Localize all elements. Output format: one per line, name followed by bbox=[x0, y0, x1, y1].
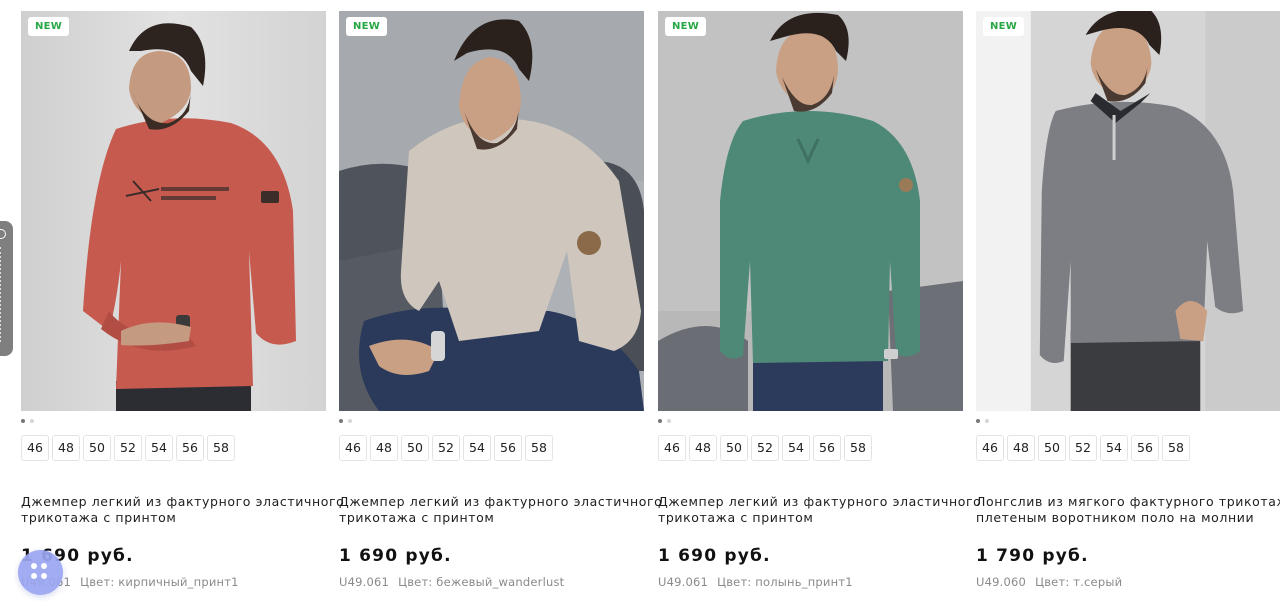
product-title-line[interactable]: трикотажа с принтом bbox=[21, 510, 321, 526]
size-option[interactable]: 50 bbox=[720, 435, 748, 461]
photo-pagination[interactable] bbox=[339, 419, 352, 425]
product-title[interactable]: Джемпер легкий из фактурного эластичного… bbox=[339, 494, 662, 526]
product-meta: U49.060 Цвет: т.серый bbox=[976, 575, 1122, 589]
photo-pagination[interactable] bbox=[658, 419, 671, 425]
side-tab-label bbox=[0, 247, 4, 342]
pagination-dot-active[interactable] bbox=[339, 419, 343, 423]
model-photo-grey-polo bbox=[976, 11, 1280, 411]
size-option[interactable]: 56 bbox=[813, 435, 841, 461]
size-option[interactable]: 50 bbox=[83, 435, 111, 461]
product-title-line[interactable]: Джемпер легкий из фактурного эластичного bbox=[339, 494, 662, 510]
product-grid: NEW 46 48 50 52 54 56 58 Джемпер легкий … bbox=[21, 11, 1280, 606]
size-option[interactable]: 56 bbox=[1131, 435, 1159, 461]
pagination-dot-active[interactable] bbox=[21, 419, 25, 423]
product-color: Цвет: т.серый bbox=[1035, 575, 1123, 589]
size-option[interactable]: 56 bbox=[176, 435, 204, 461]
size-option[interactable]: 52 bbox=[432, 435, 460, 461]
pagination-dot[interactable] bbox=[348, 419, 352, 423]
size-option[interactable]: 58 bbox=[207, 435, 235, 461]
photo-pagination[interactable] bbox=[976, 419, 989, 425]
size-option[interactable]: 58 bbox=[1162, 435, 1190, 461]
size-option[interactable]: 48 bbox=[1007, 435, 1035, 461]
product-meta: U49.061 Цвет: полынь_принт1 bbox=[658, 575, 853, 589]
product-price: 1 690 руб. bbox=[339, 546, 452, 566]
size-option[interactable]: 46 bbox=[21, 435, 49, 461]
product-photo[interactable]: NEW bbox=[658, 11, 963, 411]
dots-menu-icon bbox=[31, 573, 37, 579]
product-title-line[interactable]: Джемпер легкий из фактурного эластичного bbox=[658, 494, 981, 510]
photo-pagination[interactable] bbox=[21, 419, 34, 425]
size-option[interactable]: 50 bbox=[1038, 435, 1066, 461]
product-title-line[interactable]: Лонгслив из мягкого фактурного трикотажа… bbox=[976, 494, 1280, 510]
product-meta: U49.061 Цвет: бежевый_wanderlust bbox=[339, 575, 564, 589]
product-price: 1 690 руб. bbox=[658, 546, 771, 566]
product-price: 1 790 руб. bbox=[976, 546, 1089, 566]
product-title-line[interactable]: трикотажа с принтом bbox=[658, 510, 958, 526]
product-color: Цвет: полынь_принт1 bbox=[717, 575, 853, 589]
size-option[interactable]: 50 bbox=[401, 435, 429, 461]
size-option[interactable]: 54 bbox=[145, 435, 173, 461]
product-photo[interactable]: NEW bbox=[339, 11, 644, 411]
pagination-dot[interactable] bbox=[30, 419, 34, 423]
product-card[interactable]: NEW 46 48 50 52 54 56 58 Джемпер легкий … bbox=[21, 11, 344, 606]
size-selector: 46 48 50 52 54 56 58 bbox=[658, 435, 872, 461]
size-option[interactable]: 48 bbox=[370, 435, 398, 461]
size-option[interactable]: 54 bbox=[782, 435, 810, 461]
new-badge: NEW bbox=[983, 17, 1025, 36]
size-option[interactable]: 48 bbox=[689, 435, 717, 461]
dots-menu-icon bbox=[31, 563, 37, 569]
product-photo[interactable]: NEW bbox=[976, 11, 1280, 411]
size-selector: 46 48 50 52 54 56 58 bbox=[976, 435, 1190, 461]
pagination-dot[interactable] bbox=[985, 419, 989, 423]
product-title[interactable]: Лонгслив из мягкого фактурного трикотажа… bbox=[976, 494, 1280, 526]
model-photo-green-sweater bbox=[658, 11, 963, 411]
new-badge: NEW bbox=[28, 17, 70, 36]
model-photo-brick-sweater bbox=[21, 11, 326, 411]
product-title-line[interactable]: Джемпер легкий из фактурного эластичного bbox=[21, 494, 344, 510]
size-option[interactable]: 46 bbox=[339, 435, 367, 461]
chat-icon bbox=[0, 229, 6, 239]
size-option[interactable]: 46 bbox=[976, 435, 1004, 461]
chat-side-tab[interactable] bbox=[0, 221, 13, 356]
size-selector: 46 48 50 52 54 56 58 bbox=[339, 435, 553, 461]
product-title-line[interactable]: плетеным воротником поло на молнии bbox=[976, 510, 1280, 526]
product-sku: U49.061 bbox=[339, 575, 390, 589]
pagination-dot-active[interactable] bbox=[976, 419, 980, 423]
product-title[interactable]: Джемпер легкий из фактурного эластичного… bbox=[658, 494, 981, 526]
size-option[interactable]: 52 bbox=[114, 435, 142, 461]
floating-menu-button[interactable] bbox=[18, 550, 63, 595]
new-badge: NEW bbox=[665, 17, 707, 36]
dots-menu-icon bbox=[41, 573, 47, 579]
model-photo-beige-sweater bbox=[339, 11, 644, 411]
size-option[interactable]: 54 bbox=[1100, 435, 1128, 461]
product-photo[interactable]: NEW bbox=[21, 11, 326, 411]
size-option[interactable]: 54 bbox=[463, 435, 491, 461]
size-option[interactable]: 46 bbox=[658, 435, 686, 461]
size-option[interactable]: 58 bbox=[525, 435, 553, 461]
product-title[interactable]: Джемпер легкий из фактурного эластичного… bbox=[21, 494, 344, 526]
new-badge: NEW bbox=[346, 17, 388, 36]
product-title-line[interactable]: трикотажа с принтом bbox=[339, 510, 639, 526]
pagination-dot-active[interactable] bbox=[658, 419, 662, 423]
size-option[interactable]: 52 bbox=[1069, 435, 1097, 461]
product-sku: U49.061 bbox=[658, 575, 709, 589]
product-card[interactable]: NEW 46 48 50 52 54 56 58 Лонгслив из мяг… bbox=[976, 11, 1280, 606]
size-option[interactable]: 52 bbox=[751, 435, 779, 461]
product-color: Цвет: кирпичный_принт1 bbox=[80, 575, 239, 589]
pagination-dot[interactable] bbox=[667, 419, 671, 423]
product-color: Цвет: бежевый_wanderlust bbox=[398, 575, 565, 589]
size-option[interactable]: 58 bbox=[844, 435, 872, 461]
size-option[interactable]: 56 bbox=[494, 435, 522, 461]
dots-menu-icon bbox=[41, 563, 47, 569]
product-card[interactable]: NEW 46 48 50 52 54 56 58 Джемпер легкий … bbox=[658, 11, 981, 606]
size-option[interactable]: 48 bbox=[52, 435, 80, 461]
size-selector: 46 48 50 52 54 56 58 bbox=[21, 435, 235, 461]
product-sku: U49.060 bbox=[976, 575, 1027, 589]
product-card[interactable]: NEW 46 48 50 52 54 56 58 Джемпер легкий … bbox=[339, 11, 662, 606]
